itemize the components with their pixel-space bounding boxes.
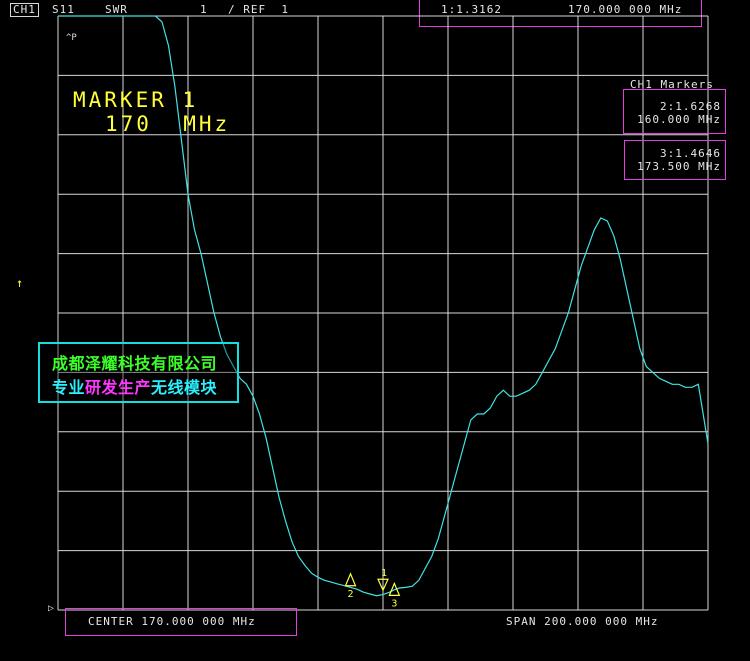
span-frequency: SPAN 200.000 000 MHz (506, 615, 659, 628)
marker-2-icon (344, 572, 357, 587)
reference-arrow-icon: ↑ (16, 276, 24, 290)
marker-title: MARKER 1 (73, 88, 199, 112)
company-name: 成都泽耀科技有限公司 (52, 354, 218, 373)
company-watermark: 成都泽耀科技有限公司 专业研发生产无线模块 (38, 342, 239, 403)
marker-2-label: 2 (348, 589, 354, 600)
ap-label: ^P (66, 33, 77, 43)
slogan-part-1: 专业 (52, 378, 86, 397)
marker-3-freq: 173.500 MHz (637, 160, 721, 173)
center-frequency: CENTER 170.000 000 MHz (88, 615, 256, 628)
marker-2-readout[interactable]: 2:1.6268 160.000 MHz (623, 89, 726, 134)
marker-1-label: 1 (381, 568, 387, 579)
slogan-part-2: 研发生产 (85, 378, 152, 397)
company-slogan: 专业研发生产无线模块 (52, 374, 217, 398)
marker-2-freq: 160.000 MHz (637, 113, 721, 126)
marker-3-readout[interactable]: 3:1.4646 173.500 MHz (624, 140, 726, 180)
marker-3-label: 3 (391, 598, 397, 609)
reference-pointer-icon: ▷ (48, 603, 55, 614)
marker-2-value: 2:1.6268 (660, 100, 721, 113)
slogan-part-3: 无线模块 (151, 378, 218, 397)
marker-3-value: 3:1.4646 (660, 147, 721, 160)
marker-frequency: 170 MHz (105, 112, 231, 136)
